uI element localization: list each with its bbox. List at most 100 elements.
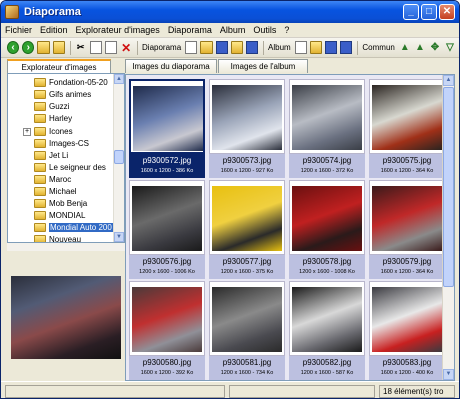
thumbnail-image bbox=[289, 281, 365, 356]
thumbnail-grid: p9300572.jpg 1600 x 1200 - 386 Ko p9300573… bbox=[125, 74, 455, 381]
folder-icon bbox=[34, 187, 46, 196]
folder-icon bbox=[34, 235, 46, 242]
thumbnail-filename: p9300576.jpg bbox=[142, 257, 192, 266]
new-album-icon[interactable] bbox=[294, 41, 307, 54]
tree-item[interactable]: Jet Li bbox=[34, 150, 68, 161]
thumbnail-image bbox=[369, 281, 445, 356]
menu-diaporama[interactable]: Diaporama bbox=[168, 25, 212, 35]
thumbnail-item[interactable]: p9300581.jpg 1200 x 1600 - 734 Ko bbox=[209, 281, 285, 380]
menu-album[interactable]: Album bbox=[220, 25, 246, 35]
delete-icon[interactable]: ✕ bbox=[120, 41, 132, 55]
thumbnail-item[interactable]: p9300583.jpg 1600 x 1200 - 400 Ko bbox=[369, 281, 445, 380]
tree-item[interactable]: Icones bbox=[34, 126, 73, 137]
thumbnail-item[interactable]: p9300574.jpg 1200 x 1600 - 372 Ko bbox=[289, 79, 365, 178]
thumbnail-caption: p9300583.jpg 1600 x 1200 - 400 Ko bbox=[369, 356, 445, 380]
right-tabs: Images du diaporama Images de l'album bbox=[125, 59, 309, 73]
thumbnail-picture bbox=[372, 186, 442, 251]
maximize-button[interactable]: □ bbox=[421, 4, 437, 20]
thumbnail-item[interactable]: p9300576.jpg 1200 x 1600 - 1006 Ko bbox=[129, 180, 205, 279]
album-properties-icon[interactable] bbox=[340, 41, 353, 54]
new-slideshow-icon[interactable] bbox=[185, 41, 198, 54]
scroll-up-icon[interactable]: ▲ bbox=[114, 74, 124, 84]
tree-item[interactable]: Le seigneur des bbox=[34, 162, 106, 173]
menu-explorateur[interactable]: Explorateur d'images bbox=[76, 25, 160, 35]
tab-explorateur[interactable]: Explorateur d'images bbox=[7, 59, 111, 73]
toolbar-separator bbox=[357, 40, 359, 55]
thumbnail-filename: p9300579.jpg bbox=[382, 257, 432, 266]
rotate-right-icon[interactable]: ▲ bbox=[414, 41, 426, 54]
tree-item[interactable]: Maroc bbox=[34, 174, 71, 185]
folder-icon bbox=[34, 139, 46, 148]
filter-icon[interactable]: ▽ bbox=[444, 41, 456, 54]
thumbnail-item[interactable]: p9300578.jpg 1200 x 1600 - 1008 Ko bbox=[289, 180, 365, 279]
rotate-left-icon[interactable]: ▲ bbox=[399, 41, 411, 54]
thumbnail-caption: p9300575.jpg 1600 x 1200 - 364 Ko bbox=[369, 154, 445, 178]
tree-item[interactable]: Guzzi bbox=[34, 101, 69, 112]
scroll-thumb[interactable] bbox=[443, 87, 454, 287]
paste-icon[interactable] bbox=[104, 41, 118, 54]
tree-item[interactable]: Nouveau bbox=[34, 234, 81, 242]
tree-scrollbar[interactable]: ▲ ▼ bbox=[113, 74, 124, 242]
open-slideshow-icon[interactable] bbox=[200, 41, 213, 54]
thumbnail-item[interactable]: p9300573.jpg 1600 x 1200 - 927 Ko bbox=[209, 79, 285, 178]
grid-scrollbar[interactable]: ▲ ▼ bbox=[442, 75, 454, 380]
tree-item[interactable]: Mob Benja bbox=[34, 198, 87, 209]
thumbnail-info: 1600 x 1200 - 364 Ko bbox=[380, 168, 434, 174]
thumbnail-item[interactable]: p9300582.jpg 1200 x 1600 - 587 Ko bbox=[289, 281, 365, 380]
tree-item[interactable]: MONDIAL bbox=[34, 210, 85, 221]
tree-horizontal-scrollbar[interactable] bbox=[7, 243, 125, 251]
image-preview bbox=[11, 276, 121, 359]
thumbnail-image bbox=[129, 79, 205, 154]
tree-item[interactable]: Images-CS bbox=[34, 138, 89, 149]
scroll-up-icon[interactable]: ▲ bbox=[443, 75, 454, 86]
menu-edition[interactable]: Edition bbox=[40, 25, 68, 35]
tab-images-diaporama[interactable]: Images du diaporama bbox=[125, 59, 217, 73]
tree-item[interactable]: Gifs animes bbox=[34, 89, 91, 100]
menu-outils[interactable]: Outils bbox=[253, 25, 276, 35]
thumbnail-item[interactable]: p9300572.jpg 1600 x 1200 - 386 Ko bbox=[129, 79, 205, 178]
slideshow-properties-icon[interactable] bbox=[230, 41, 243, 54]
open-album-icon[interactable] bbox=[309, 41, 323, 54]
thumbnail-caption: p9300574.jpg 1200 x 1600 - 372 Ko bbox=[289, 154, 365, 178]
left-tabs: Explorateur d'images bbox=[7, 59, 112, 73]
thumbnail-info: 1600 x 1200 - 392 Ko bbox=[140, 370, 194, 376]
thumbnail-item[interactable]: p9300580.jpg 1600 x 1200 - 392 Ko bbox=[129, 281, 205, 380]
minimize-button[interactable]: _ bbox=[403, 4, 419, 20]
tree-item[interactable]: Fondation-05-20 bbox=[34, 77, 108, 88]
tree-item[interactable]: Harley bbox=[34, 113, 72, 124]
save-album-icon[interactable] bbox=[325, 41, 338, 54]
scroll-down-icon[interactable]: ▼ bbox=[114, 232, 124, 242]
thumbnail-caption: p9300582.jpg 1200 x 1600 - 587 Ko bbox=[289, 356, 365, 380]
thumbnail-caption: p9300580.jpg 1600 x 1200 - 392 Ko bbox=[129, 356, 205, 380]
tree-item[interactable]: Michael bbox=[34, 186, 77, 197]
thumbnail-item[interactable]: p9300575.jpg 1600 x 1200 - 364 Ko bbox=[369, 79, 445, 178]
scroll-down-icon[interactable]: ▼ bbox=[443, 369, 454, 380]
back-arrow-icon[interactable]: ‹ bbox=[7, 41, 20, 54]
menu-help[interactable]: ? bbox=[284, 25, 289, 35]
folder-icon bbox=[34, 163, 46, 172]
move-icon[interactable]: ✥ bbox=[429, 41, 441, 54]
thumbnail-info: 1600 x 1200 - 364 Ko bbox=[380, 269, 434, 275]
thumbnail-filename: p9300582.jpg bbox=[302, 358, 352, 367]
expand-icon[interactable]: + bbox=[23, 128, 31, 136]
menu-fichier[interactable]: Fichier bbox=[5, 25, 32, 35]
play-slideshow-icon[interactable] bbox=[245, 41, 259, 54]
title-bar[interactable]: Diaporama _ □ ✕ bbox=[1, 1, 459, 23]
close-button[interactable]: ✕ bbox=[439, 4, 455, 20]
copy-icon[interactable] bbox=[89, 41, 102, 54]
commun-toolbar-label: Commun bbox=[362, 43, 395, 52]
tab-images-album[interactable]: Images de l'album bbox=[218, 59, 308, 73]
open-folder-icon[interactable] bbox=[37, 41, 50, 54]
scroll-thumb[interactable] bbox=[114, 150, 124, 164]
status-bar: 18 élément(s) tro bbox=[1, 381, 459, 398]
thumbnail-image bbox=[289, 79, 365, 154]
thumbnail-item[interactable]: p9300577.jpg 1200 x 1600 - 375 Ko bbox=[209, 180, 285, 279]
tree-item-selected[interactable]: Mondial Auto 200 bbox=[34, 222, 113, 233]
cut-icon[interactable]: ✂ bbox=[75, 41, 87, 54]
forward-arrow-icon[interactable]: › bbox=[22, 41, 35, 54]
save-slideshow-icon[interactable] bbox=[215, 41, 228, 54]
thumbnail-item[interactable]: p9300579.jpg 1600 x 1200 - 364 Ko bbox=[369, 180, 445, 279]
up-folder-icon[interactable] bbox=[52, 41, 65, 54]
window-title: Diaporama bbox=[24, 6, 81, 18]
thumbnail-caption: p9300576.jpg 1200 x 1600 - 1006 Ko bbox=[129, 255, 205, 279]
